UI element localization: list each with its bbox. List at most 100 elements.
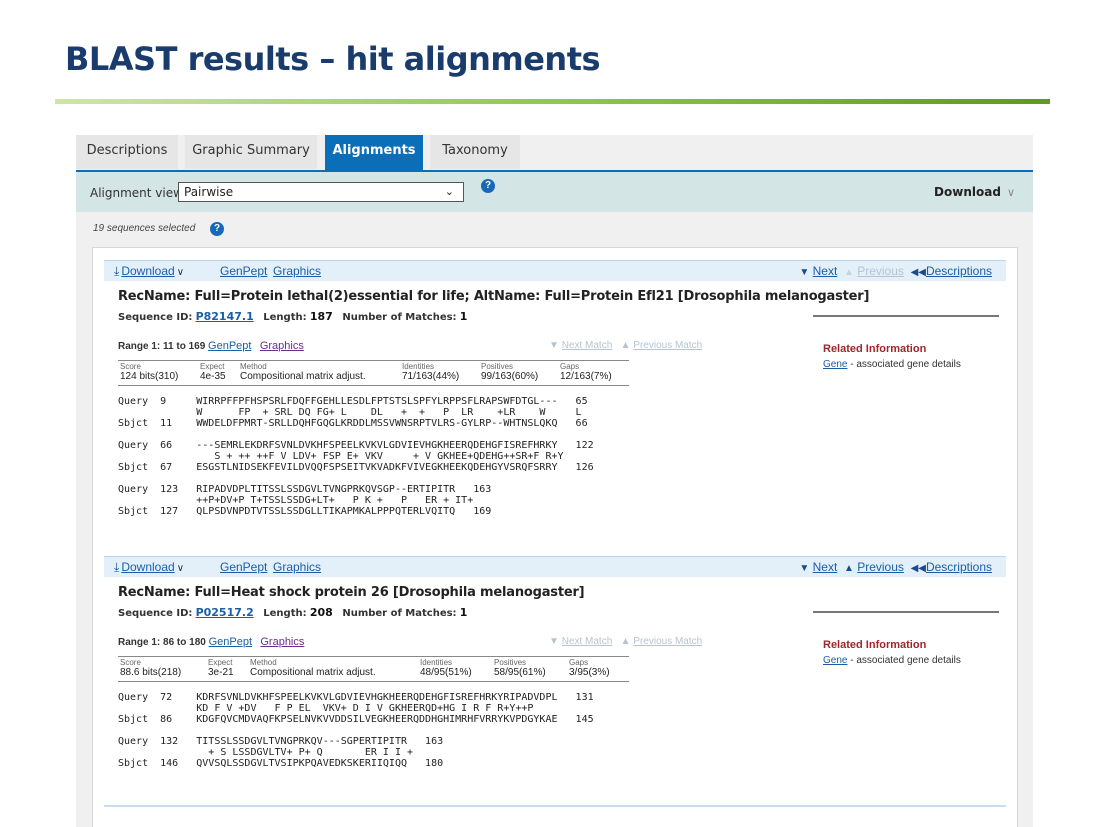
match-navigation: ▼ Next Match ▲ Previous Match [549, 340, 702, 351]
positives-header: Positives [494, 658, 527, 667]
next-arrow-icon: ▼ [799, 563, 810, 574]
length-label: Length: [263, 608, 307, 619]
hit-title: RecName: Full=Heat shock protein 26 [Dro… [118, 585, 585, 600]
next-link[interactable]: Next [813, 264, 838, 278]
next-match-arrow-icon: ▼ [549, 636, 559, 647]
matches-value: 1 [459, 606, 468, 619]
next-arrow-icon: ▼ [799, 267, 810, 278]
next-match-link-disabled: Next Match [561, 636, 613, 647]
method-header: Method [250, 658, 277, 667]
range-graphics-link[interactable]: Graphics [260, 636, 304, 648]
next-match-link-disabled: Next Match [561, 340, 613, 351]
chevron-down-icon: ⌄ [444, 185, 454, 198]
range-line: Range 1: 86 to 180 GenPept Graphics [118, 636, 304, 648]
range-label: Range 1: 11 to 169 [118, 341, 206, 352]
download-link[interactable]: Download [121, 264, 174, 278]
positives-value: 58/95(61%) [494, 667, 546, 678]
previous-match-link-disabled: Previous Match [633, 340, 703, 351]
previous-arrow-icon: ▲ [843, 563, 854, 574]
hit-navigation: ▼ Next ▲ Previous ◀◀Descriptions [799, 264, 992, 278]
genpept-link[interactable]: GenPept [220, 560, 267, 574]
result-tabs: Descriptions Graphic Summary Alignments … [76, 135, 1033, 171]
gaps-value: 3/95(3%) [569, 667, 610, 678]
related-information: Related Information Gene - associated ge… [823, 343, 1003, 370]
back-to-descriptions-icon: ◀◀ [910, 563, 926, 574]
identities-value: 48/95(51%) [420, 667, 472, 678]
tab-graphic-summary[interactable]: Graphic Summary [185, 135, 317, 169]
length-value: 187 [309, 310, 333, 323]
related-gene-row: Gene - associated gene details [823, 359, 1003, 370]
alignment-view-label: Alignment view [90, 186, 183, 200]
hit-toolbar: ⤓ Download ∨ GenPept Graphics ▼ Next ▲ Pre… [104, 556, 1006, 577]
hit-alignment: ⤓ Download ∨ GenPept Graphics ▼ Next ▲ Pre… [104, 556, 1006, 806]
descriptions-link[interactable]: Descriptions [926, 264, 992, 278]
sequence-alignment: Query 9 WIRRPFFPFHSPSRLFDQFFGEHLLESDLFPT… [118, 396, 594, 517]
previous-match-link-disabled: Previous Match [633, 636, 703, 647]
range-line: Range 1: 11 to 169 GenPept Graphics [118, 340, 304, 352]
tab-descriptions[interactable]: Descriptions [76, 135, 178, 169]
method-header: Method [240, 362, 267, 371]
sequence-alignment: Query 72 KDRFSVNLDVKHFSPEELKVKVLGDVIEVHG… [118, 692, 594, 769]
help-icon[interactable]: ? [481, 179, 495, 193]
score-value: 124 bits(310) [120, 371, 179, 382]
divider [813, 611, 999, 613]
sequences-selected-count: 19 sequences selected [93, 223, 195, 234]
graphics-link[interactable]: Graphics [273, 560, 321, 574]
method-value: Compositional matrix adjust. [240, 371, 366, 382]
download-label: Download [934, 185, 1001, 199]
sequence-id-link[interactable]: P82147.1 [196, 310, 254, 323]
hit-meta: Sequence ID: P82147.1 Length: 187 Number… [118, 310, 467, 323]
hit-meta: Sequence ID: P02517.2 Length: 208 Number… [118, 606, 467, 619]
divider [813, 315, 999, 317]
gene-link[interactable]: Gene [823, 359, 847, 370]
back-to-descriptions-icon: ◀◀ [910, 267, 926, 278]
chevron-down-icon: ∨ [1006, 186, 1015, 199]
gene-link-description: - associated gene details [847, 359, 961, 370]
genpept-link[interactable]: GenPept [220, 264, 267, 278]
score-value: 88.6 bits(218) [120, 667, 182, 678]
download-menu[interactable]: Download ∨ [934, 185, 1015, 199]
match-navigation: ▼ Next Match ▲ Previous Match [549, 636, 702, 647]
previous-match-arrow-icon: ▲ [620, 340, 631, 351]
gaps-header: Gaps [560, 362, 580, 371]
positives-value: 99/163(60%) [481, 371, 539, 382]
range-genpept-link[interactable]: GenPept [209, 636, 252, 648]
download-dropdown[interactable]: ⤓ Download ∨ [114, 264, 184, 279]
hit-title: RecName: Full=Protein lethal(2)essential… [118, 289, 870, 304]
download-dropdown[interactable]: ⤓ Download ∨ [114, 560, 184, 575]
positives-header: Positives [481, 362, 514, 371]
range-label: Range 1: 86 to 180 [118, 637, 206, 648]
matches-value: 1 [459, 310, 468, 323]
matches-label: Number of Matches: [342, 312, 457, 323]
length-value: 208 [309, 606, 333, 619]
tab-taxonomy[interactable]: Taxonomy [430, 135, 520, 169]
expect-value: 3e-21 [208, 667, 234, 678]
sequence-id-link[interactable]: P02517.2 [196, 606, 254, 619]
download-link[interactable]: Download [121, 560, 174, 574]
identities-header: Identities [420, 658, 453, 667]
graphics-link[interactable]: Graphics [273, 264, 321, 278]
alignment-view-select[interactable]: Pairwise ⌄ [178, 182, 464, 202]
related-information-title: Related Information [823, 343, 927, 355]
gaps-value: 12/163(7%) [560, 371, 612, 382]
alignment-view-bar: Alignment view Pairwise ⌄ ? Download ∨ [76, 172, 1033, 212]
next-link[interactable]: Next [813, 560, 838, 574]
range-graphics-link[interactable]: Graphics [260, 340, 304, 352]
slide-title: BLAST results – hit alignments [65, 40, 601, 78]
descriptions-link[interactable]: Descriptions [926, 560, 992, 574]
help-icon[interactable]: ? [210, 222, 224, 236]
hit-navigation: ▼ Next ▲ Previous ◀◀Descriptions [799, 560, 992, 574]
length-label: Length: [263, 312, 307, 323]
related-information: Related Information Gene - associated ge… [823, 639, 1003, 666]
range-genpept-link[interactable]: GenPept [208, 340, 251, 352]
alignment-results: ⤓ Download ∨ GenPept Graphics ▼ Next ▲ Pre… [92, 247, 1018, 827]
hit-toolbar: ⤓ Download ∨ GenPept Graphics ▼ Next ▲ Pre… [104, 260, 1006, 281]
matches-label: Number of Matches: [342, 608, 457, 619]
tab-alignments[interactable]: Alignments [325, 135, 423, 170]
chevron-down-icon: ∨ [176, 267, 185, 278]
title-underline [55, 99, 1050, 104]
method-value: Compositional matrix adjust. [250, 667, 376, 678]
gene-link[interactable]: Gene [823, 655, 847, 666]
download-icon: ⤓ [114, 560, 120, 574]
previous-link[interactable]: Previous [857, 560, 904, 574]
